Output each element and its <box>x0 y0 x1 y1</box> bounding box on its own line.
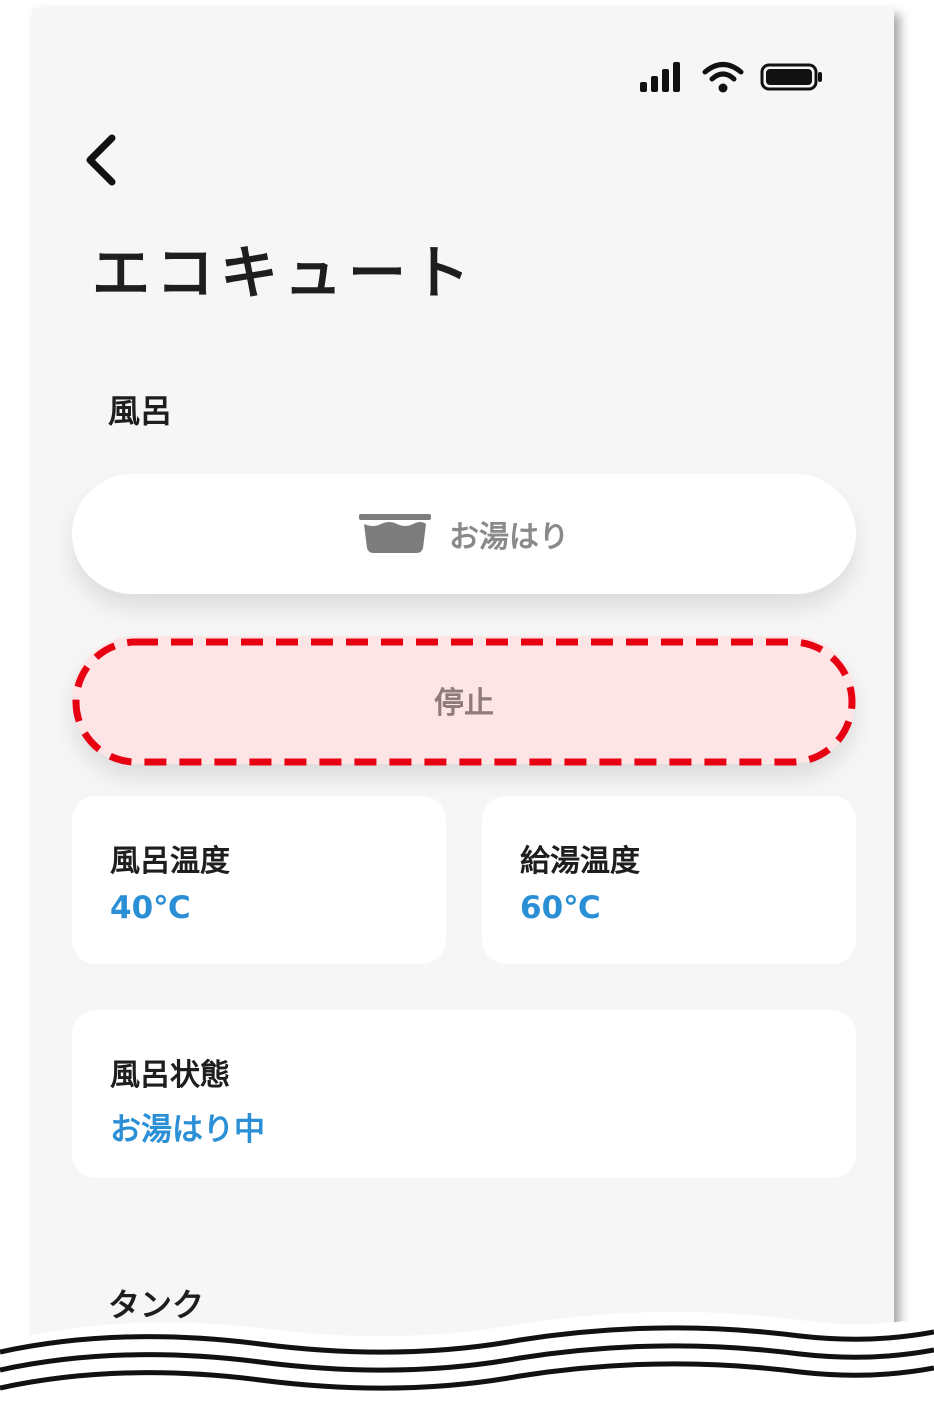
bath-section-label: 風呂 <box>108 392 173 430</box>
stop-button[interactable]: 停止 <box>72 636 856 764</box>
supply-temperature-card: 給湯温度 60℃ <box>482 796 856 964</box>
battery-icon <box>760 63 822 91</box>
status-bar <box>638 60 824 94</box>
page-title: エコキュート <box>92 239 477 307</box>
bath-temperature-title: 風呂温度 <box>110 844 230 879</box>
torn-edge-divider <box>0 1311 934 1423</box>
supply-temperature-title: 給湯温度 <box>520 844 640 879</box>
stop-button-label: 停止 <box>434 686 494 721</box>
bath-fill-button[interactable]: お湯はり <box>72 474 856 594</box>
signal-icon <box>640 62 680 92</box>
bath-status-card: 風呂状態 お湯はり中 <box>72 1010 856 1178</box>
supply-temperature-value: 60℃ <box>520 890 601 926</box>
wifi-icon <box>702 62 744 93</box>
bath-temperature-value: 40℃ <box>110 890 191 926</box>
bath-temperature-card: 風呂温度 40℃ <box>72 796 446 964</box>
bathtub-icon <box>359 514 431 553</box>
back-button[interactable] <box>80 132 124 188</box>
chevron-left-icon <box>86 134 116 186</box>
screenshot-canvas: エコキュート 風呂 お湯はり 停止 風呂温度 40℃ 給湯温度 60℃ 風呂状態… <box>0 0 934 1423</box>
bath-status-title: 風呂状態 <box>110 1058 230 1093</box>
app-screen: エコキュート 風呂 お湯はり 停止 風呂温度 40℃ 給湯温度 60℃ 風呂状態… <box>32 8 894 1408</box>
bath-status-value: お湯はり中 <box>110 1112 265 1148</box>
bath-fill-label: お湯はり <box>449 520 569 555</box>
